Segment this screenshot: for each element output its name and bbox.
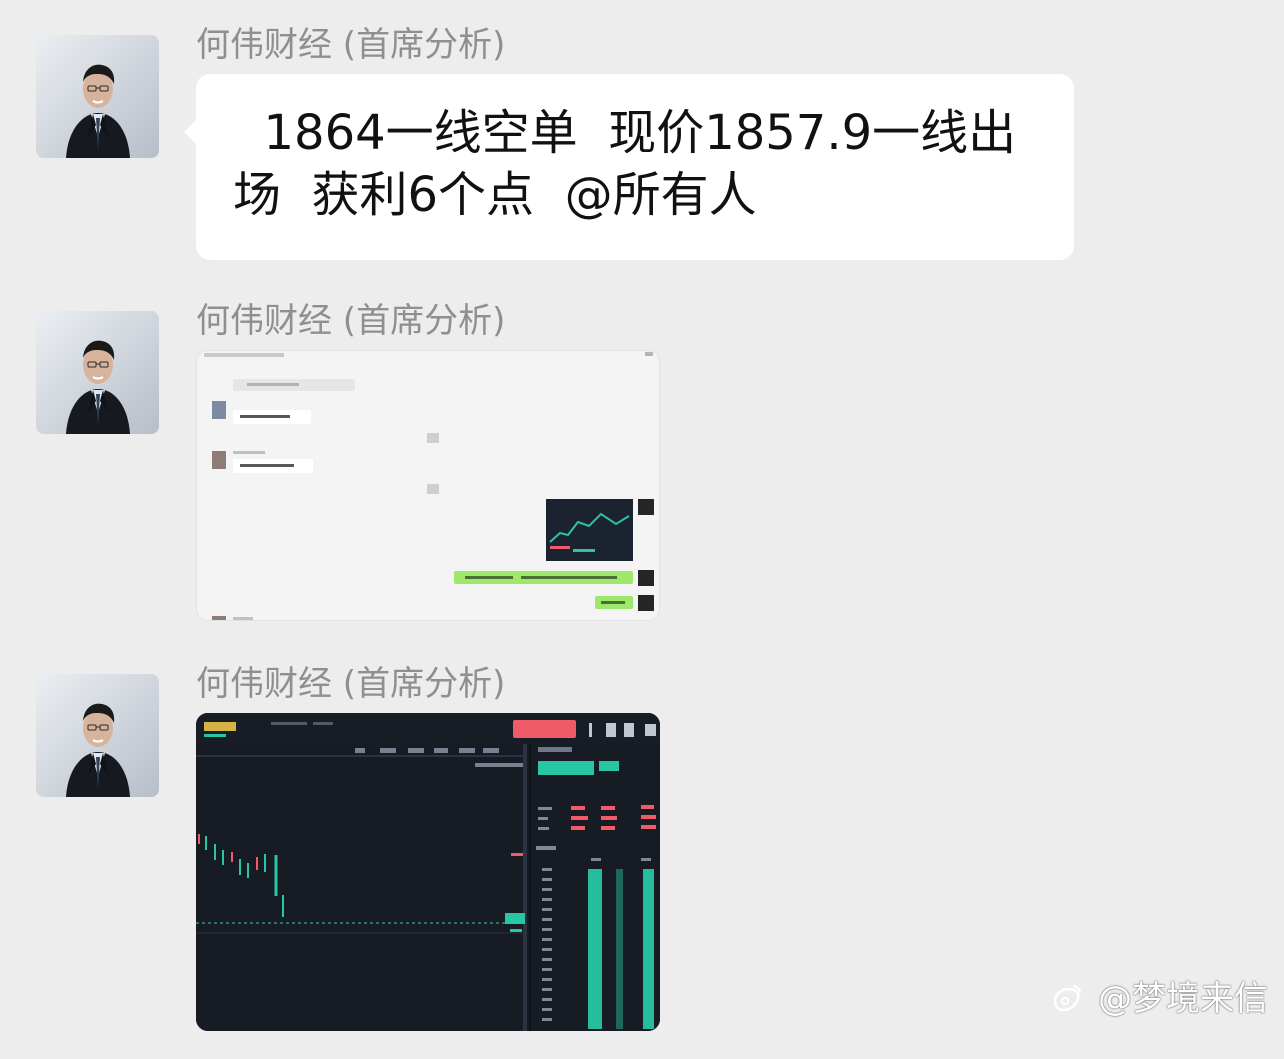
sender-name: 何伟财经 (首席分析) [196,301,506,341]
sender-name: 何伟财经 (首席分析) [196,664,506,704]
person-avatar-icon [36,674,159,797]
weibo-logo-icon [1049,981,1083,1015]
message-text: 1864一线空单 现价1857.9一线出场 获利6个点 @所有人 [233,105,1017,223]
trading-chart-preview [196,713,660,1031]
watermark-text: @梦境来信 [1098,979,1268,1019]
sender-avatar[interactable] [36,35,159,158]
sender-name: 何伟财经 (首席分析) [196,25,506,65]
chat-screenshot-image[interactable] [196,350,660,621]
message-bubble[interactable]: 1864一线空单 现价1857.9一线出场 获利6个点 @所有人 [184,74,1074,260]
person-avatar-icon [36,311,159,434]
sender-avatar[interactable] [36,311,159,434]
trading-chart-image[interactable] [196,713,660,1031]
watermark: @梦境来信 [1049,979,1268,1019]
person-avatar-icon [36,35,159,158]
sender-avatar[interactable] [36,674,159,797]
chat-screenshot-preview [197,351,659,620]
